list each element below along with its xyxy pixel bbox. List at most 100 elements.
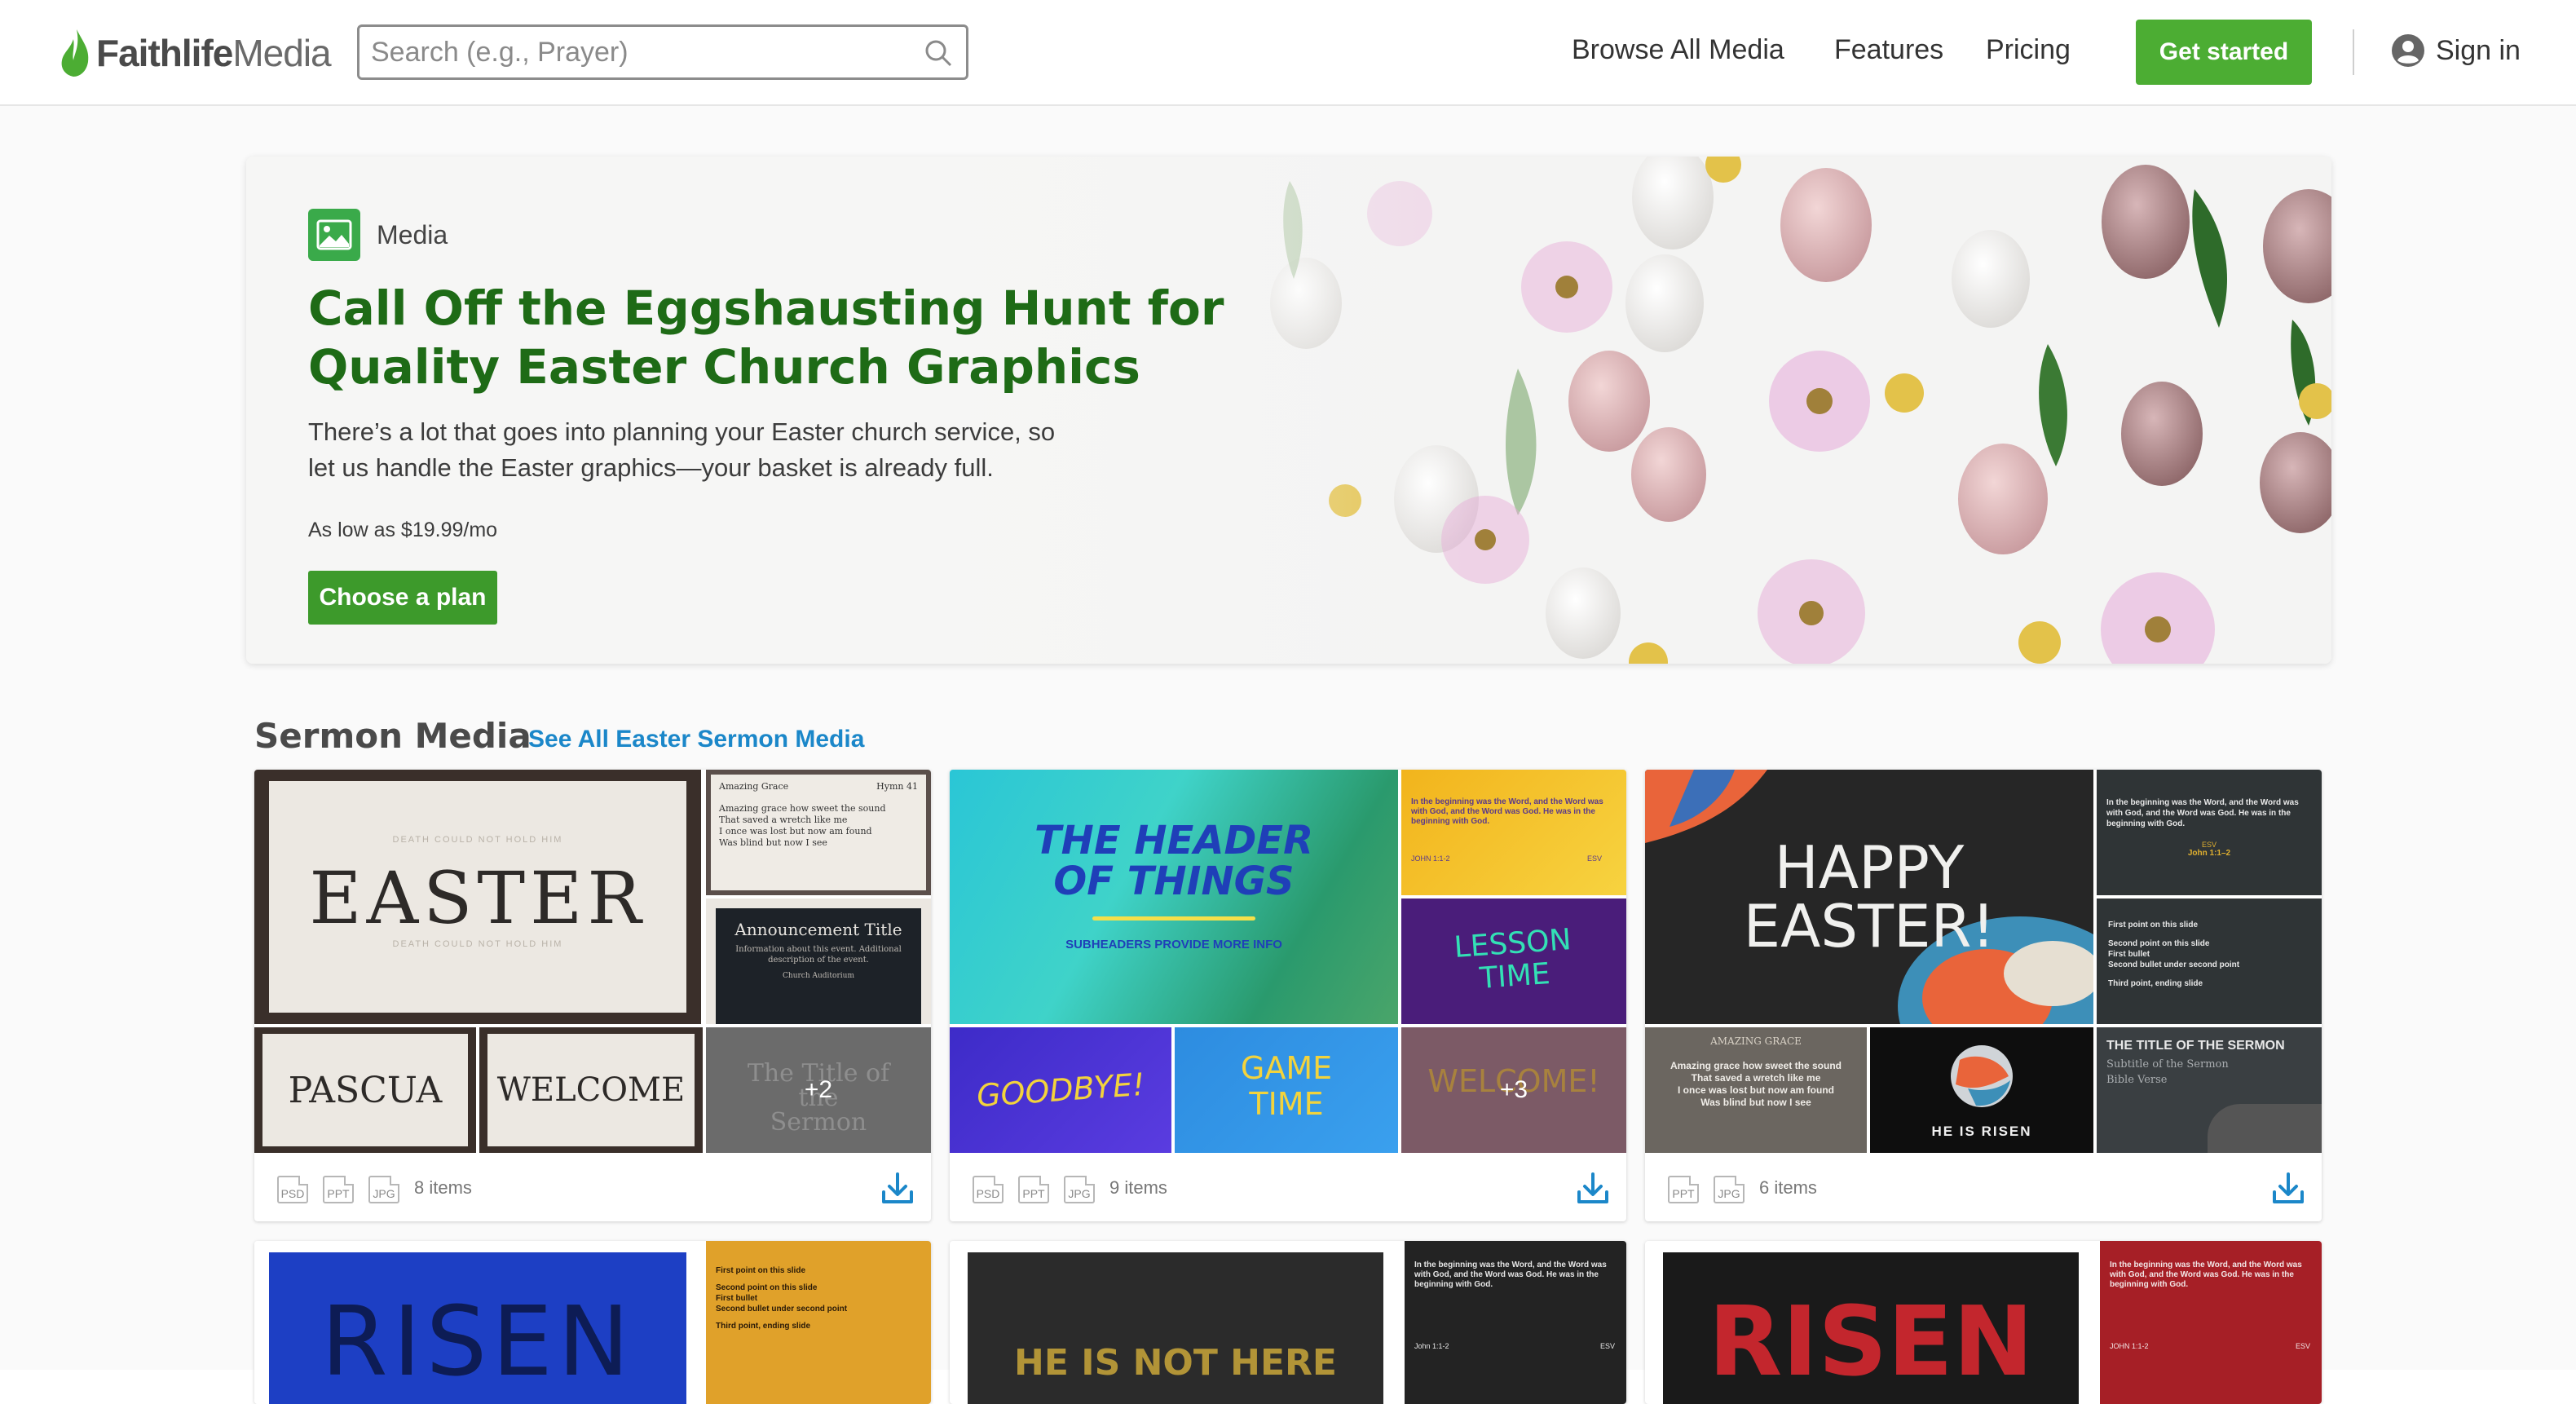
- hero-title: Call Off the Eggshausting Hunt for Quali…: [308, 279, 1368, 396]
- thumb-title-line1: HAPPY: [1774, 833, 1965, 902]
- thumb-subtitle-bottom: DEATH COULD NOT HOLD HIM: [392, 939, 563, 949]
- hero-desc-line1: There’s a lot that goes into planning yo…: [308, 417, 1056, 446]
- card-thumbnails: DEATH COULD NOT HOLD HIM EASTER DEATH CO…: [254, 770, 931, 1153]
- thumb-game-time[interactable]: GAME TIME: [1175, 1027, 1398, 1153]
- ppt-file-icon: PPT: [1668, 1176, 1699, 1203]
- jpg-file-icon: JPG: [1714, 1176, 1745, 1203]
- thumb-main[interactable]: DEATH COULD NOT HOLD HIM EASTER DEATH CO…: [254, 770, 701, 1024]
- hymn-title: Amazing Grace: [719, 781, 789, 792]
- sermon-verse: Bible Verse: [2106, 1074, 2168, 1086]
- hymn-line: I once was lost but now am found: [1677, 1084, 1834, 1096]
- thumb-more[interactable]: The Title of the Sermon +2: [706, 1027, 931, 1153]
- psd-file-icon: PSD: [973, 1176, 1003, 1203]
- verse-reference: JOHN 1:1-2: [2110, 1342, 2149, 1350]
- point-line: Second bullet under second point: [2108, 960, 2240, 969]
- point-line: Third point, ending slide: [2108, 979, 2203, 988]
- faithlife-media-logo[interactable]: FaithlifeMedia: [59, 24, 332, 82]
- media-card-risen-red[interactable]: RISEN In the beginning was the Word, and…: [1645, 1241, 2322, 1404]
- thumb-he-is-risen[interactable]: HE IS RISEN: [1870, 1027, 2093, 1153]
- point-line: First point on this slide: [2108, 921, 2198, 929]
- download-icon[interactable]: [2269, 1169, 2307, 1207]
- card-footer: PSD PPT JPG 8 items: [254, 1153, 931, 1221]
- nav-features[interactable]: Features: [1834, 34, 1943, 66]
- hymn-number: Hymn 41: [876, 781, 918, 792]
- search-icon[interactable]: [922, 37, 955, 69]
- thumb-hymn[interactable]: AMAZING GRACE Amazing grace how sweet th…: [1645, 1027, 1867, 1153]
- thumb-title: HE IS NOT HERE: [1014, 1342, 1337, 1384]
- thumb-lesson-time[interactable]: LESSON TIME: [1401, 898, 1626, 1024]
- thumb-main: RISEN: [269, 1252, 686, 1404]
- point-line: Second point on this slide: [716, 1283, 818, 1292]
- thumb-main[interactable]: HAPPY EASTER!: [1645, 770, 2093, 1024]
- top-header: FaithlifeMedia Browse All Media Features…: [0, 0, 2576, 106]
- thumb-title-line2: OF THINGS: [1053, 859, 1295, 904]
- thumb-points: First point on this slide Second point o…: [706, 1241, 931, 1404]
- sign-in-link[interactable]: Sign in: [2390, 33, 2521, 68]
- thumb-more[interactable]: WELCOME! +3: [1401, 1027, 1626, 1153]
- thumb-title: RISEN: [320, 1285, 635, 1397]
- flame-leaf-icon: [61, 29, 89, 77]
- verse-version: ESV: [2295, 1342, 2310, 1350]
- hero-price: As low as $19.99/mo: [308, 519, 498, 541]
- thumb-title: RISEN: [1708, 1285, 2034, 1397]
- search-input[interactable]: [371, 33, 901, 71]
- thumb-verse[interactable]: In the beginning was the Word, and the W…: [2097, 770, 2322, 895]
- announcement-title: Announcement Title: [734, 920, 902, 939]
- media-card-easter[interactable]: DEATH COULD NOT HOLD HIM EASTER DEATH CO…: [254, 770, 931, 1221]
- hero-title-line1: Call Off the Eggshausting Hunt for: [308, 280, 1224, 336]
- pascua-title: PASCUA: [262, 1034, 468, 1146]
- welcome-title: WELCOME: [487, 1034, 695, 1146]
- hero-title-line2: Quality Easter Church Graphics: [308, 339, 1140, 395]
- user-avatar-icon: [2392, 34, 2424, 67]
- thumb-main: RISEN: [1663, 1252, 2079, 1404]
- nav-pricing[interactable]: Pricing: [1986, 34, 2071, 66]
- verse-reference: John 1:1–2: [2187, 849, 2231, 858]
- thumb-subtitle-top: DEATH COULD NOT HOLD HIM: [392, 835, 563, 845]
- hymn-line: Was blind but now I see: [1700, 1097, 1811, 1108]
- choose-a-plan-button[interactable]: Choose a plan: [308, 571, 497, 625]
- verse-version: ESV: [1599, 1342, 1615, 1350]
- media-image-icon: [308, 209, 360, 261]
- hero-desc-line2: let us handle the Easter graphics—your b…: [308, 453, 994, 482]
- card-footer: PSD PPT JPG 9 items: [950, 1153, 1626, 1221]
- thumb-verse: In the beginning was the Word, and the W…: [2100, 1241, 2322, 1404]
- thumb-welcome[interactable]: WELCOME: [479, 1027, 703, 1153]
- card-thumbnails: THE HEADER OF THINGS SUBHEADERS PROVIDE …: [950, 770, 1626, 1153]
- thumb-announcement[interactable]: Announcement Title Information about thi…: [706, 898, 931, 1024]
- jpg-file-icon: JPG: [1064, 1176, 1095, 1203]
- psd-file-icon: PSD: [277, 1176, 308, 1203]
- thumb-verse[interactable]: In the beginning was the Word, and the W…: [1401, 770, 1626, 895]
- thumb-pascua[interactable]: PASCUA: [254, 1027, 476, 1153]
- sign-in-label: Sign in: [2436, 34, 2521, 66]
- game-word: GAME: [1240, 1050, 1333, 1086]
- announcement-location: Church Auditorium: [783, 972, 854, 980]
- point-line: Third point, ending slide: [716, 1322, 811, 1331]
- thumb-hymn[interactable]: Amazing Grace Hymn 41 Amazing grace how …: [706, 770, 931, 895]
- thumb-points[interactable]: First point on this slide Second point o…: [2097, 898, 2322, 1024]
- media-card-he-is-not-here[interactable]: HE IS NOT HERE In the beginning was the …: [950, 1241, 1626, 1404]
- nav-browse-all-media[interactable]: Browse All Media: [1572, 34, 1784, 66]
- hymn-title: AMAZING GRACE: [1710, 1035, 1802, 1047]
- media-card-happy-easter[interactable]: HAPPY EASTER! In the beginning was the W…: [1645, 770, 2322, 1221]
- media-card-header-of-things[interactable]: THE HEADER OF THINGS SUBHEADERS PROVIDE …: [950, 770, 1626, 1221]
- thumb-sermon[interactable]: THE TITLE OF THE SERMON Subtitle of the …: [2097, 1027, 2322, 1153]
- he-is-risen-title: HE IS RISEN: [1931, 1124, 2032, 1139]
- thumb-goodbye[interactable]: GOODBYE!: [950, 1027, 1171, 1153]
- thumb-main[interactable]: THE HEADER OF THINGS SUBHEADERS PROVIDE …: [950, 770, 1398, 1024]
- item-count: 6 items: [1759, 1177, 1817, 1198]
- hymn-line: Was blind but now I see: [719, 837, 827, 848]
- time-word: TIME: [1249, 1086, 1324, 1122]
- point-line: First bullet: [716, 1294, 758, 1303]
- logo-word-faithlife: Faithlife: [96, 32, 233, 74]
- thumb-verse: In the beginning was the Word, and the W…: [1405, 1241, 1626, 1404]
- media-card-risen-blue[interactable]: RISEN First point on this slide Second p…: [254, 1241, 931, 1404]
- thumb-main: HE IS NOT HERE: [968, 1252, 1383, 1404]
- item-count: 8 items: [414, 1177, 472, 1198]
- see-all-easter-sermon-media-link[interactable]: See All Easter Sermon Media: [528, 726, 864, 753]
- more-count: +3: [1499, 1076, 1528, 1103]
- download-icon[interactable]: [1574, 1169, 1612, 1207]
- thumb-subheader: SUBHEADERS PROVIDE MORE INFO: [1065, 938, 1282, 951]
- search-box[interactable]: [357, 24, 968, 80]
- download-icon[interactable]: [879, 1169, 916, 1207]
- get-started-button[interactable]: Get started: [2136, 20, 2312, 85]
